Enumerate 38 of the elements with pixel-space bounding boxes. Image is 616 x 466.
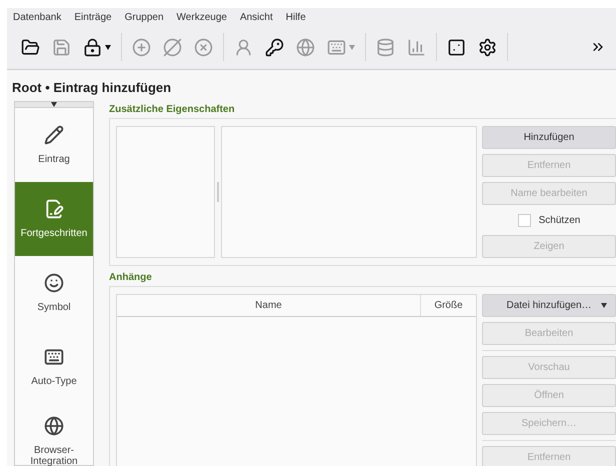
sidebar-item-icon	[44, 125, 64, 145]
sidebar-item[interactable]: Auto-Type	[15, 330, 93, 404]
toolbar-button[interactable]	[83, 38, 111, 56]
toolbar-button[interactable]	[265, 38, 284, 56]
property-name-list[interactable]	[116, 126, 215, 258]
checkbox-label: Schützen	[538, 214, 580, 226]
menu-item[interactable]: Hilfe	[286, 12, 306, 22]
attachments-table[interactable]: Name Größe	[116, 294, 477, 466]
sidebar-item[interactable]: Fortgeschritten	[15, 182, 93, 256]
scroll-up-button[interactable]	[15, 102, 93, 108]
column-header[interactable]: Größe	[420, 295, 476, 316]
sidebar-item-icon	[44, 199, 64, 219]
caret-icon	[601, 303, 607, 308]
caret-icon	[349, 44, 355, 50]
sidebar-item-icon	[44, 347, 64, 367]
caret-icon	[105, 44, 111, 50]
property-value-field[interactable]	[221, 126, 477, 258]
sidebar-item-icon	[44, 273, 64, 293]
property-button[interactable]: Hinzufügen	[482, 126, 616, 149]
sidebar-item[interactable]: Browser-Integration	[15, 404, 93, 466]
add-file-dropdown[interactable]: Datei hinzufügen…	[482, 294, 616, 317]
page-title: Root • Eintrag hinzufügen	[11, 79, 172, 97]
menu-item[interactable]: Werkzeuge	[176, 12, 227, 22]
section-title: Anhänge	[109, 271, 153, 285]
menu-item[interactable]: Ansicht	[240, 12, 273, 22]
protect-checkbox[interactable]	[518, 214, 531, 226]
menu-item[interactable]: Einträge	[74, 12, 112, 22]
menu-item[interactable]: Gruppen	[124, 12, 164, 22]
toolbar-button[interactable]	[21, 38, 40, 56]
column-header[interactable]: Name	[117, 295, 420, 316]
toolbar-button[interactable]	[478, 38, 497, 56]
caret-icon	[51, 102, 57, 107]
toolbar-button[interactable]	[447, 38, 466, 56]
sidebar-item-icon	[44, 416, 64, 436]
menu-item[interactable]: Datenbank	[13, 12, 62, 22]
sidebar-item[interactable]: Symbol	[15, 256, 93, 330]
section-title: Zusätzliche Eigenschaften	[109, 103, 236, 117]
sidebar-item[interactable]: Eintrag	[15, 108, 93, 182]
